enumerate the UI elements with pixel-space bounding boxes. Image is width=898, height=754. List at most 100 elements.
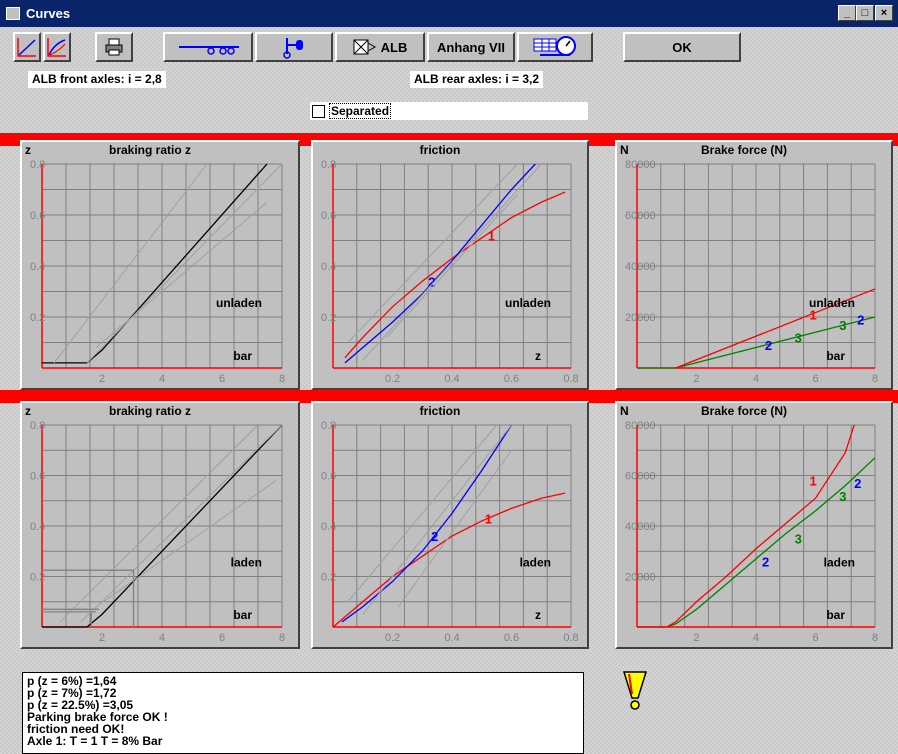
series-label: 3 [839, 489, 846, 504]
trailer-button[interactable] [163, 32, 253, 62]
window-app-icon [6, 7, 20, 20]
y-tick-label: 0.4 [30, 521, 45, 533]
y-tick-label: 20000 [625, 572, 656, 584]
chart-panel-laden-brake-force: 20000 40000 60000 80000 2 4 6 8 1 2 3 3 2 N Brake forc… [615, 401, 893, 649]
corner-label: N [620, 404, 629, 418]
series-label: 2 [765, 338, 772, 353]
x-tick-label: 6 [219, 373, 225, 385]
y-tick-label: 0.6 [321, 210, 336, 222]
log-line: Axle 1: T = 1 T = 8% Bar [27, 734, 163, 748]
y-tick-label: 0.4 [321, 521, 336, 533]
x-axis-label: bar [233, 349, 252, 363]
chart-panel-laden-braking-ratio: 0.2 0.4 0.6 0.8 2 4 6 8 z braking ratio z laden bar [20, 401, 300, 649]
x-tick-label: 4 [159, 632, 165, 644]
result-log[interactable]: p (z = 6%) =1,64 p (z = 7%) =1,72 p (z =… [22, 672, 584, 754]
bent-curve-icon [47, 38, 66, 57]
series-label: 3 [795, 331, 802, 346]
anhang-vii-button[interactable]: Anhang VII [427, 32, 515, 62]
chart-unladen-brake-force: 200004000060000800002 4 6 81233 2N Brake forc… [620, 143, 878, 385]
chart-unladen-friction: 0.20.40.60.80.2 0.4 0.6 0.812frictionunlade… [321, 143, 579, 385]
x-tick-label: 6 [812, 373, 818, 385]
y-tick-label: 80000 [625, 420, 656, 432]
y-tick-label: 0.6 [30, 471, 45, 483]
x-tick-label: 0.2 [385, 632, 400, 644]
y-tick-label: 0.8 [30, 420, 45, 432]
alb-icon [353, 39, 376, 55]
x-tick-label: 0.6 [504, 373, 519, 385]
chart-title: friction [420, 143, 461, 157]
series-line [80, 424, 283, 623]
trailer-icon [179, 46, 239, 55]
x-axis-label: z [535, 608, 541, 622]
minimize-button[interactable]: _ [838, 5, 856, 21]
series-label: 2 [431, 529, 438, 544]
y-tick-label: 80000 [625, 159, 656, 171]
y-tick-label: 40000 [625, 521, 656, 533]
chart-laden-braking-ratio: 0.2 0.4 0.6 0.8 2 4 6 8 z braking ratio z laden bar [25, 404, 285, 644]
y-tick-label: 0.2 [30, 572, 45, 584]
curve-type-1-button[interactable] [13, 32, 41, 62]
series-line [42, 163, 268, 364]
corner-label: z [25, 143, 31, 157]
print-button[interactable] [95, 32, 133, 62]
y-tick-label: 0.8 [321, 420, 336, 432]
warning-icon [622, 671, 648, 710]
y-tick-label: 0.4 [30, 261, 45, 273]
x-tick-label: 4 [159, 373, 165, 385]
series-line [347, 424, 498, 603]
ok-label: OK [672, 39, 692, 55]
y-tick-label: 0.6 [321, 471, 336, 483]
chart-annotation: laden [520, 555, 551, 569]
maximize-button[interactable]: □ [856, 5, 874, 21]
chart-unladen-braking-ratio: 0.2 0.4 0.6 0.8 2 4 6 8 z braking ratio z unladen b… [25, 143, 285, 385]
alb-button[interactable]: ALB [335, 32, 425, 62]
x-tick-label: 4 [753, 373, 759, 385]
y-tick-label: 0.8 [30, 159, 45, 171]
x-tick-label: 0.6 [504, 632, 519, 644]
y-tick-label: 60000 [625, 471, 656, 483]
chart-laden-brake-force: 200004000060000800002 4 6 812332N Brake forc… [620, 404, 878, 644]
ok-button[interactable]: OK [623, 32, 741, 62]
x-tick-label: 0.4 [444, 373, 459, 385]
y-tick-label: 0.6 [30, 210, 45, 222]
corner-label: N [620, 143, 629, 157]
curve-type-2-button[interactable] [43, 32, 71, 62]
x-tick-label: 2 [693, 373, 699, 385]
x-tick-label: 0.2 [385, 373, 400, 385]
alb-label: ALB [380, 39, 408, 55]
series-label: 3 [839, 318, 846, 333]
series-label: 3 [795, 532, 802, 547]
series-label: 1 [485, 511, 492, 526]
alb-front-axles: ALB front axles: i = 2,8 [28, 71, 166, 88]
series-line [344, 163, 536, 364]
exclamation-warning-icon[interactable] [620, 670, 650, 712]
chart-panel-unladen-braking-ratio: 0.2 0.4 0.6 0.8 2 4 6 8 z braking ratio z unladen b… [20, 140, 300, 390]
table-gauge-button[interactable] [517, 32, 593, 62]
series-label: 2 [762, 554, 769, 569]
chart-panel-laden-friction: 0.2 0.4 0.6 0.8 0.2 0.4 0.6 0.8 1 2 friction laden z [311, 401, 589, 649]
x-axis-label: bar [826, 349, 845, 363]
x-tick-label: 4 [753, 632, 759, 644]
chart-annotation: unladen [216, 296, 262, 310]
close-button[interactable]: × [875, 5, 893, 21]
x-axis-label: z [535, 349, 541, 363]
y-tick-label: 0.2 [321, 312, 336, 324]
series-label: 1 [810, 474, 817, 489]
chart-panel-unladen-brake-force: 20000 40000 60000 80000 2 4 6 8 1 2 3 3 2 N Brake forc… [615, 140, 893, 390]
y-tick-label: 0.8 [321, 159, 336, 171]
y-tick-label: 0.2 [30, 312, 45, 324]
x-tick-label: 8 [279, 373, 285, 385]
x-axis-label: bar [233, 608, 252, 622]
separated-checkbox[interactable] [312, 104, 325, 118]
alb-rear-axles: ALB rear axles: i = 3,2 [410, 71, 544, 88]
valve-button[interactable] [255, 32, 333, 62]
printer-icon [105, 38, 123, 56]
y-tick-label: 20000 [625, 312, 656, 324]
chart-title: braking ratio z [109, 404, 191, 418]
series-label: 2 [854, 476, 861, 491]
y-tick-label: 60000 [625, 210, 656, 222]
separated-checkbox-row[interactable]: Separated [310, 102, 588, 120]
anhang-vii-label: Anhang VII [437, 39, 505, 55]
chart-title: Brake force (N) [701, 143, 787, 157]
x-tick-label: 6 [812, 632, 818, 644]
